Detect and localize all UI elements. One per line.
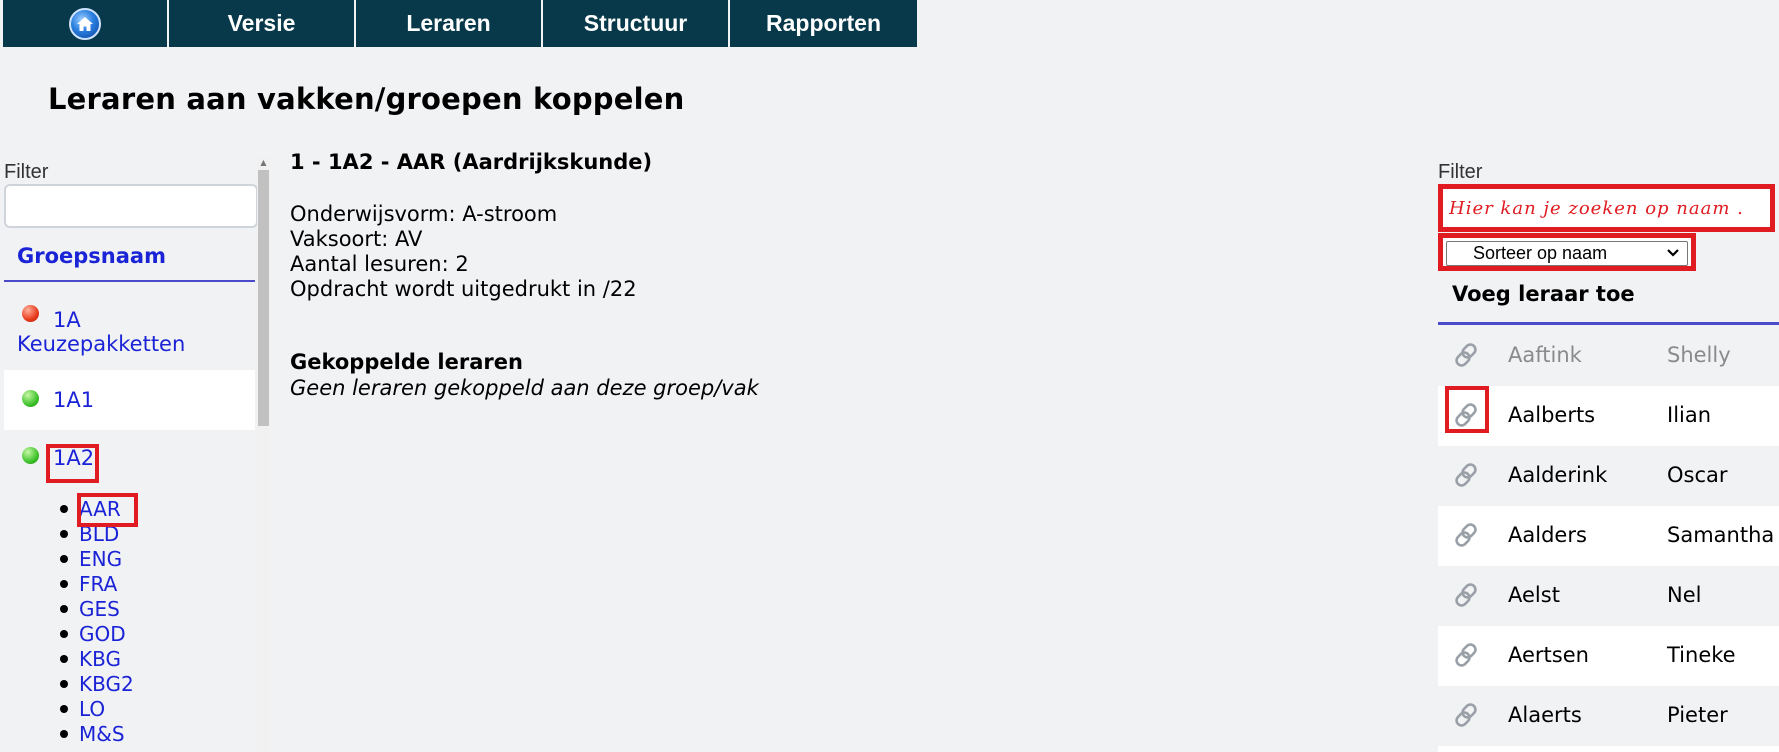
status-dot-green-icon bbox=[22, 447, 39, 464]
scroll-up-arrow-icon[interactable]: ▲ bbox=[257, 156, 270, 169]
status-dot-green-icon bbox=[22, 390, 39, 407]
subject-item-kbg2[interactable]: KBG2 bbox=[60, 671, 134, 696]
nav-leraren[interactable]: Leraren bbox=[356, 0, 543, 47]
page-title: Leraren aan vakken/groepen koppelen bbox=[48, 82, 685, 116]
link-icon[interactable] bbox=[1452, 521, 1480, 549]
teacher-last-name: Aalders bbox=[1508, 523, 1587, 547]
group-item-1a2[interactable]: 1A2 bbox=[4, 430, 255, 490]
opdracht-text: Opdracht wordt uitgedrukt in /22 bbox=[290, 277, 637, 301]
nav-structuur[interactable]: Structuur bbox=[543, 0, 730, 47]
subject-item-ges[interactable]: GES bbox=[60, 596, 134, 621]
teacher-first-name: Tineke bbox=[1667, 643, 1736, 667]
subject-item-kbg[interactable]: KBG bbox=[60, 646, 134, 671]
teacher-row: Aelst Nel bbox=[1438, 566, 1779, 626]
teacher-row bbox=[1438, 746, 1779, 752]
assignment-title: 1 - 1A2 - AAR (Aardrijkskunde) bbox=[290, 150, 653, 174]
nav-versie[interactable]: Versie bbox=[169, 0, 356, 47]
left-scrollbar[interactable]: ▲ bbox=[257, 156, 270, 752]
add-teacher-header: Voeg leraar toe bbox=[1438, 280, 1779, 325]
teacher-last-name: Aelst bbox=[1508, 583, 1560, 607]
teacher-first-name: Nel bbox=[1667, 583, 1702, 607]
top-nav: Versie Leraren Structuur Rapporten bbox=[3, 0, 917, 47]
onderwijsvorm-text: Onderwijsvorm: A-stroom bbox=[290, 202, 558, 226]
nav-rapporten[interactable]: Rapporten bbox=[730, 0, 917, 47]
teacher-first-name: Samantha bbox=[1667, 523, 1775, 547]
sort-highlight-box: Sorteer op naam bbox=[1438, 233, 1696, 271]
subject-item-ms[interactable]: M&S bbox=[60, 721, 134, 746]
link-icon[interactable] bbox=[1452, 581, 1480, 609]
left-filter-label: Filter bbox=[4, 161, 49, 183]
teacher-last-name: Aertsen bbox=[1508, 643, 1589, 667]
subject-item-god[interactable]: GOD bbox=[60, 621, 134, 646]
link-icon[interactable] bbox=[1452, 701, 1480, 729]
teacher-list: Aaftink Shelly Aalberts Ilian Aalderink … bbox=[1438, 326, 1779, 752]
group-item-1a1[interactable]: 1A1 bbox=[4, 370, 255, 430]
subject-list: AAR BLD ENG FRA GES GOD KBG KBG2 LO M&S bbox=[60, 496, 134, 746]
teacher-last-name: Aalderink bbox=[1508, 463, 1608, 487]
assignment-info: Onderwijsvorm: A-stroom Vaksoort: AV Aan… bbox=[290, 202, 637, 302]
search-annotation: Hier kan je zoeken op naam . bbox=[1449, 197, 1744, 219]
highlight-box-aar bbox=[77, 493, 138, 527]
teacher-row: Aaftink Shelly bbox=[1438, 326, 1779, 386]
lesuren-text: Aantal lesuren: 2 bbox=[290, 252, 469, 276]
teacher-last-name: Aalberts bbox=[1508, 403, 1596, 427]
linked-teachers-heading: Gekoppelde leraren bbox=[290, 350, 523, 374]
chevron-down-icon bbox=[1665, 244, 1681, 263]
teacher-first-name: Shelly bbox=[1667, 343, 1731, 367]
highlight-box-link-icon bbox=[1445, 386, 1489, 433]
linked-teachers-empty: Geen leraren gekoppeld aan deze groep/va… bbox=[290, 376, 759, 400]
assignment-detail: 1 - 1A2 - AAR (Aardrijkskunde) Onderwijs… bbox=[290, 150, 759, 400]
teacher-first-name: Oscar bbox=[1667, 463, 1728, 487]
teacher-last-name: Alaerts bbox=[1508, 703, 1582, 727]
teacher-row: Alaerts Pieter bbox=[1438, 686, 1779, 746]
subject-item-eng[interactable]: ENG bbox=[60, 546, 134, 571]
highlight-box-1a2 bbox=[46, 444, 99, 483]
link-icon[interactable] bbox=[1452, 461, 1480, 489]
group-list: Groepsnaam 1A Keuzepakketten 1A1 1A2 bbox=[4, 234, 255, 470]
teacher-row: Aertsen Tineke bbox=[1438, 626, 1779, 686]
group-column-header[interactable]: Groepsnaam bbox=[4, 234, 255, 282]
teacher-row: Aalderink Oscar bbox=[1438, 446, 1779, 506]
status-dot-red-icon bbox=[22, 305, 39, 322]
group-filter-input[interactable] bbox=[4, 184, 258, 228]
teacher-search-input[interactable]: Hier kan je zoeken op naam . bbox=[1438, 184, 1775, 232]
home-button[interactable] bbox=[3, 0, 169, 47]
right-filter-label: Filter bbox=[1438, 161, 1483, 183]
subject-item-lo[interactable]: LO bbox=[60, 696, 134, 721]
teacher-last-name: Aaftink bbox=[1508, 343, 1582, 367]
sort-select[interactable]: Sorteer op naam bbox=[1446, 241, 1688, 266]
scroll-thumb[interactable] bbox=[258, 170, 269, 426]
teacher-row: Aalberts Ilian bbox=[1438, 386, 1779, 446]
teacher-first-name: Pieter bbox=[1667, 703, 1728, 727]
home-icon bbox=[69, 7, 101, 40]
teacher-first-name: Ilian bbox=[1667, 403, 1712, 427]
subject-item-fra[interactable]: FRA bbox=[60, 571, 134, 596]
link-icon[interactable] bbox=[1452, 641, 1480, 669]
vaksoort-text: Vaksoort: AV bbox=[290, 227, 423, 251]
link-icon[interactable] bbox=[1452, 341, 1480, 369]
teacher-row: Aalders Samantha bbox=[1438, 506, 1779, 566]
